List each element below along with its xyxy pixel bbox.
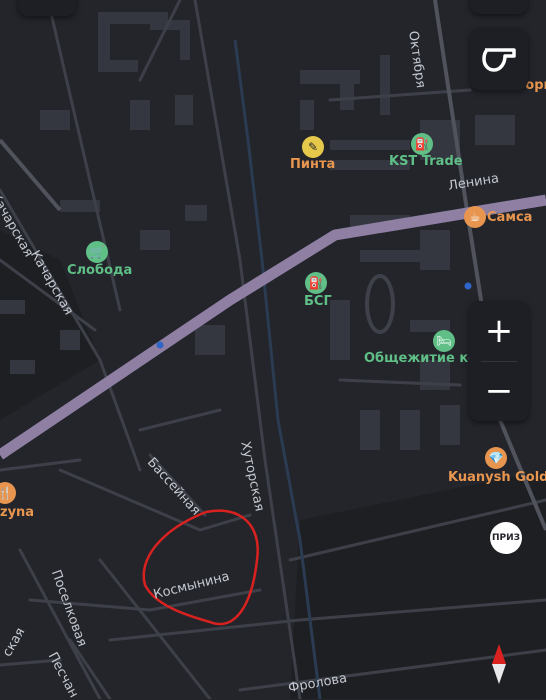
poi-kst-trade[interactable]: KST Trade (389, 154, 463, 169)
chevron-icon (470, 0, 528, 14)
compass-button[interactable] (476, 636, 522, 692)
jewelry-icon[interactable]: 💎 (485, 447, 507, 469)
poi-kuanysh-gold[interactable]: Kuanysh Gold (448, 470, 546, 485)
hotel-icon[interactable]: 🛏 (433, 330, 455, 352)
food-icon[interactable]: ☕ (464, 206, 486, 228)
shop-icon[interactable]: 🛒 (86, 241, 108, 263)
map-layers-icon (482, 48, 516, 72)
zoom-out-button[interactable]: − (469, 361, 529, 421)
prize-badge[interactable]: ПРИЗ (490, 522, 522, 554)
poi-sloboda[interactable]: Слобода (67, 263, 132, 278)
zoom-control: + − (469, 301, 529, 421)
poi-pinta[interactable]: Пинта (290, 157, 335, 172)
stadium (365, 274, 395, 334)
prize-label: ПРИЗ (491, 533, 521, 543)
poi-bsg[interactable]: БСГ (304, 294, 332, 309)
fuel-icon[interactable]: ⛽ (305, 272, 327, 294)
bar-icon[interactable]: ✎ (302, 136, 324, 158)
map-layers-button[interactable] (470, 28, 528, 90)
poi-samsa[interactable]: Самса (487, 210, 532, 225)
plus-icon: + (484, 311, 514, 351)
zoom-in-button[interactable]: + (469, 301, 529, 361)
top-right-button[interactable] (470, 0, 528, 14)
compass-icon (492, 644, 506, 684)
poi-obshchezhitie[interactable]: Общежитие кс (364, 351, 476, 366)
fuel-icon[interactable]: ⛽ (411, 133, 433, 155)
map-canvas[interactable] (0, 0, 546, 699)
minus-icon: − (484, 371, 514, 411)
avatar[interactable] (18, 0, 76, 16)
poi-zyna[interactable]: zyna (0, 505, 34, 520)
stop-dot (156, 341, 164, 349)
stop-dot (464, 282, 472, 290)
